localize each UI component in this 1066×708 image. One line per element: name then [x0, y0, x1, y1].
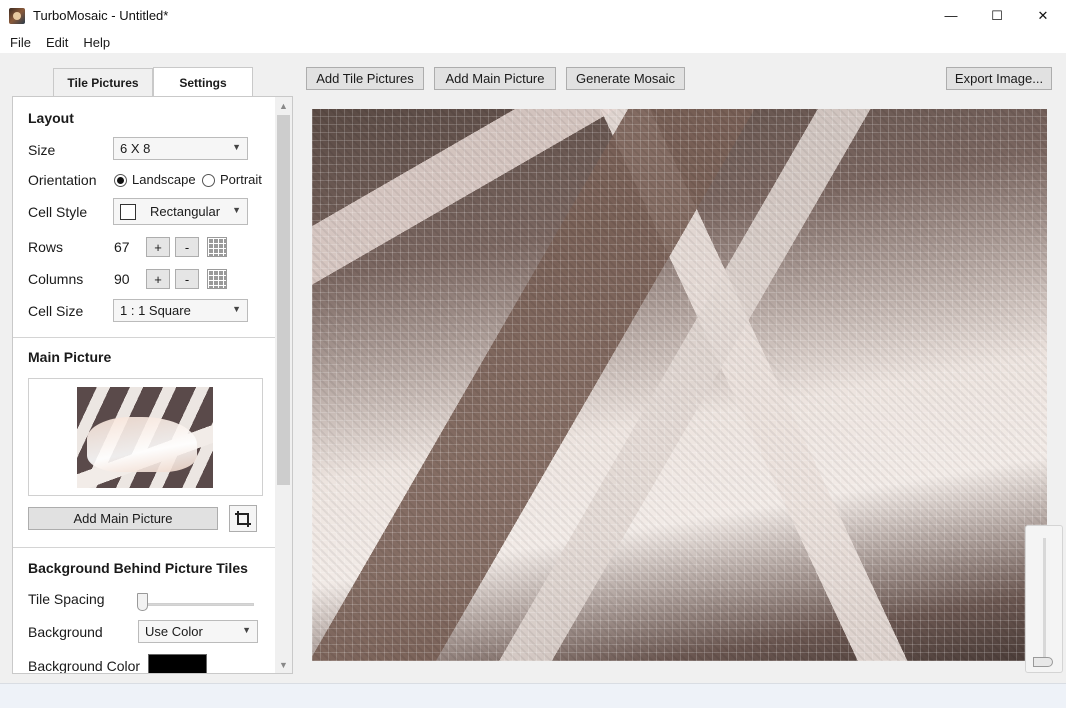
portrait-radio[interactable] [202, 174, 215, 187]
crop-icon [235, 510, 251, 527]
main-picture-section-title: Main Picture [28, 349, 112, 365]
add-main-picture-button[interactable]: Add Main Picture [434, 67, 556, 90]
crop-button[interactable] [229, 505, 257, 532]
size-label: Size [28, 142, 56, 158]
tab-tile-pictures[interactable]: Tile Pictures [53, 68, 153, 97]
cell-size-value: 1 : 1 Square [120, 303, 191, 318]
tile-spacing-track[interactable] [138, 603, 254, 606]
zoom-track[interactable] [1043, 538, 1046, 662]
columns-value: 90 [114, 271, 130, 287]
zoom-slider[interactable] [1025, 525, 1063, 673]
menu-edit[interactable]: Edit [38, 35, 75, 50]
window-controls: — ☐ ✕ [928, 0, 1066, 31]
menu-file[interactable]: File [0, 35, 38, 50]
background-section-title: Background Behind Picture Tiles [28, 560, 248, 576]
portrait-label: Portrait [220, 172, 262, 187]
rows-label: Rows [28, 239, 64, 255]
background-color-label: Background Color [28, 658, 140, 674]
menu-help[interactable]: Help [75, 35, 117, 50]
add-tile-pictures-button[interactable]: Add Tile Pictures [306, 67, 424, 90]
background-value: Use Color [145, 624, 203, 639]
title-bar: TurboMosaic - Untitled* — ☐ ✕ [0, 0, 1066, 31]
maximize-button[interactable]: ☐ [974, 0, 1020, 31]
tile-spacing-slider-thumb[interactable] [137, 593, 148, 611]
menu-bar: File Edit Help [0, 31, 1066, 53]
cell-style-label: Cell Style [28, 204, 88, 220]
scroll-down-icon[interactable]: ▼ [275, 656, 292, 673]
background-label: Background [28, 624, 103, 640]
section-divider [13, 547, 275, 548]
chevron-down-icon: ▼ [232, 142, 241, 152]
zoom-slider-thumb[interactable] [1033, 657, 1053, 667]
cell-size-dropdown[interactable]: 1 : 1 Square ▼ [113, 299, 248, 322]
generate-mosaic-button[interactable]: Generate Mosaic [566, 67, 685, 90]
tab-settings[interactable]: Settings [153, 67, 253, 97]
landscape-radio[interactable] [114, 174, 127, 187]
window-title: TurboMosaic - Untitled* [33, 8, 169, 23]
minimize-button[interactable]: — [928, 0, 974, 31]
size-value: 6 X 8 [120, 141, 151, 156]
rows-plus-button[interactable]: + [146, 237, 170, 257]
rows-minus-button[interactable]: - [175, 237, 199, 257]
close-button[interactable]: ✕ [1020, 0, 1066, 31]
columns-minus-button[interactable]: - [175, 269, 199, 289]
columns-grid-icon[interactable] [207, 269, 227, 289]
cell-style-dropdown[interactable]: Rectangular ▼ [113, 198, 248, 225]
rows-grid-icon[interactable] [207, 237, 227, 257]
background-color-swatch[interactable] [148, 654, 207, 673]
size-dropdown[interactable]: 6 X 8 ▼ [113, 137, 248, 160]
main-picture-thumbnail [77, 387, 213, 488]
chevron-down-icon: ▼ [232, 205, 241, 215]
scroll-up-icon[interactable]: ▲ [275, 97, 292, 114]
columns-label: Columns [28, 271, 84, 287]
scroll-thumb[interactable] [277, 115, 290, 485]
section-divider [13, 337, 275, 338]
chevron-down-icon: ▼ [232, 304, 241, 314]
cell-style-value: Rectangular [150, 204, 221, 219]
orientation-label: Orientation [28, 172, 97, 188]
rows-value: 67 [114, 239, 130, 255]
cell-size-label: Cell Size [28, 303, 84, 319]
panel-scrollbar[interactable]: ▲ ▼ [275, 97, 292, 673]
background-dropdown[interactable]: Use Color ▼ [138, 620, 258, 643]
settings-panel: Layout Size 6 X 8 ▼ Orientation Landscap… [12, 96, 293, 674]
layout-section-title: Layout [28, 110, 74, 126]
chevron-down-icon: ▼ [242, 625, 251, 635]
export-image-button[interactable]: Export Image... [946, 67, 1052, 90]
add-main-picture-panel-button[interactable]: Add Main Picture [28, 507, 218, 530]
landscape-label: Landscape [132, 172, 196, 187]
columns-plus-button[interactable]: + [146, 269, 170, 289]
main-picture-preview [28, 378, 263, 496]
rectangle-icon [120, 203, 136, 220]
app-icon [9, 7, 25, 24]
mosaic-canvas[interactable] [312, 109, 1047, 661]
tile-spacing-label: Tile Spacing [28, 591, 105, 607]
status-bar [0, 683, 1066, 708]
